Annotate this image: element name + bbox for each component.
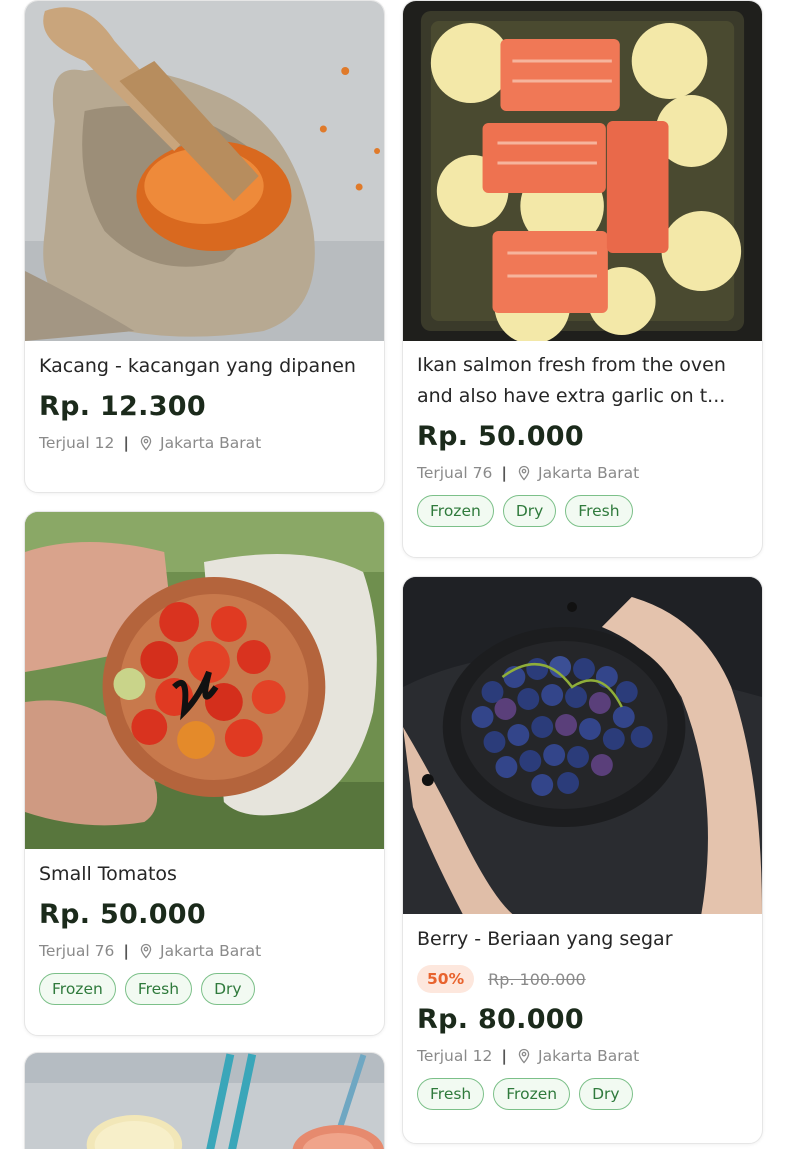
meta-separator: | <box>123 434 129 452</box>
sold-count: Terjual 76 <box>417 464 493 482</box>
product-card[interactable]: Kacang - kacangan yang dipanen Rp. 12.30… <box>24 0 385 493</box>
product-location: Jakarta Barat <box>538 1047 640 1065</box>
product-image-salmon[interactable] <box>403 1 762 341</box>
product-title: Kacang - kacangan yang dipanen <box>39 355 356 377</box>
product-title: Ikan salmon fresh from the oven and also… <box>417 354 726 407</box>
product-image-drinks[interactable] <box>25 1053 384 1149</box>
tag-list: Frozen Fresh Dry <box>39 973 370 1005</box>
location-pin-icon <box>518 1048 530 1064</box>
product-location: Jakarta Barat <box>160 434 262 452</box>
location-pin-icon <box>140 943 152 959</box>
product-card[interactable] <box>24 1052 385 1149</box>
tag-chip[interactable]: Fresh <box>565 495 633 527</box>
product-meta: Terjual 76 | Jakarta Barat <box>417 463 748 483</box>
original-price: Rp. 100.000 <box>488 969 586 989</box>
product-title: Small Tomatos <box>39 863 177 885</box>
tag-chip[interactable]: Dry <box>201 973 255 1005</box>
product-price: Rp. 50.000 <box>417 421 584 452</box>
discount-row: 50% Rp. 100.000 <box>417 965 748 993</box>
product-price: Rp. 12.300 <box>39 391 206 422</box>
product-price: Rp. 80.000 <box>417 1004 584 1035</box>
product-location: Jakarta Barat <box>160 942 262 960</box>
location-pin-icon <box>518 465 530 481</box>
tag-chip[interactable]: Dry <box>502 495 557 527</box>
product-card[interactable]: Ikan salmon fresh from the oven and also… <box>402 0 763 558</box>
meta-separator: | <box>501 464 507 482</box>
tag-chip[interactable]: Dry <box>579 1078 633 1110</box>
tag-chip[interactable]: Fresh <box>124 973 193 1005</box>
product-title: Berry - Beriaan yang segar <box>417 928 673 950</box>
meta-separator: | <box>123 942 129 960</box>
product-image-lentils[interactable] <box>25 1 384 341</box>
sold-count: Terjual 12 <box>417 1047 493 1065</box>
discount-badge: 50% <box>417 965 475 993</box>
product-location: Jakarta Barat <box>538 464 640 482</box>
tag-chip[interactable]: Frozen <box>493 1078 571 1110</box>
product-image-berries[interactable] <box>403 577 762 914</box>
product-meta: Terjual 76 | Jakarta Barat <box>39 941 370 961</box>
product-card[interactable]: Berry - Beriaan yang segar 50% Rp. 100.0… <box>402 576 763 1144</box>
product-meta: Terjual 12 | Jakarta Barat <box>417 1046 748 1066</box>
tag-chip[interactable]: Fresh <box>417 1078 485 1110</box>
product-meta: Terjual 12 | Jakarta Barat <box>39 433 370 453</box>
tag-chip[interactable]: Frozen <box>417 495 494 527</box>
product-card[interactable]: Small Tomatos Rp. 50.000 Terjual 76 | Ja… <box>24 511 385 1036</box>
tag-list: Fresh Frozen Dry <box>417 1078 748 1110</box>
sold-count: Terjual 76 <box>39 942 115 960</box>
product-image-tomatoes[interactable] <box>25 512 384 849</box>
meta-separator: | <box>501 1047 507 1065</box>
sold-count: Terjual 12 <box>39 434 115 452</box>
tag-list: Frozen Dry Fresh <box>417 495 748 527</box>
location-pin-icon <box>140 435 152 451</box>
product-price: Rp. 50.000 <box>39 899 206 930</box>
tag-chip[interactable]: Frozen <box>39 973 116 1005</box>
